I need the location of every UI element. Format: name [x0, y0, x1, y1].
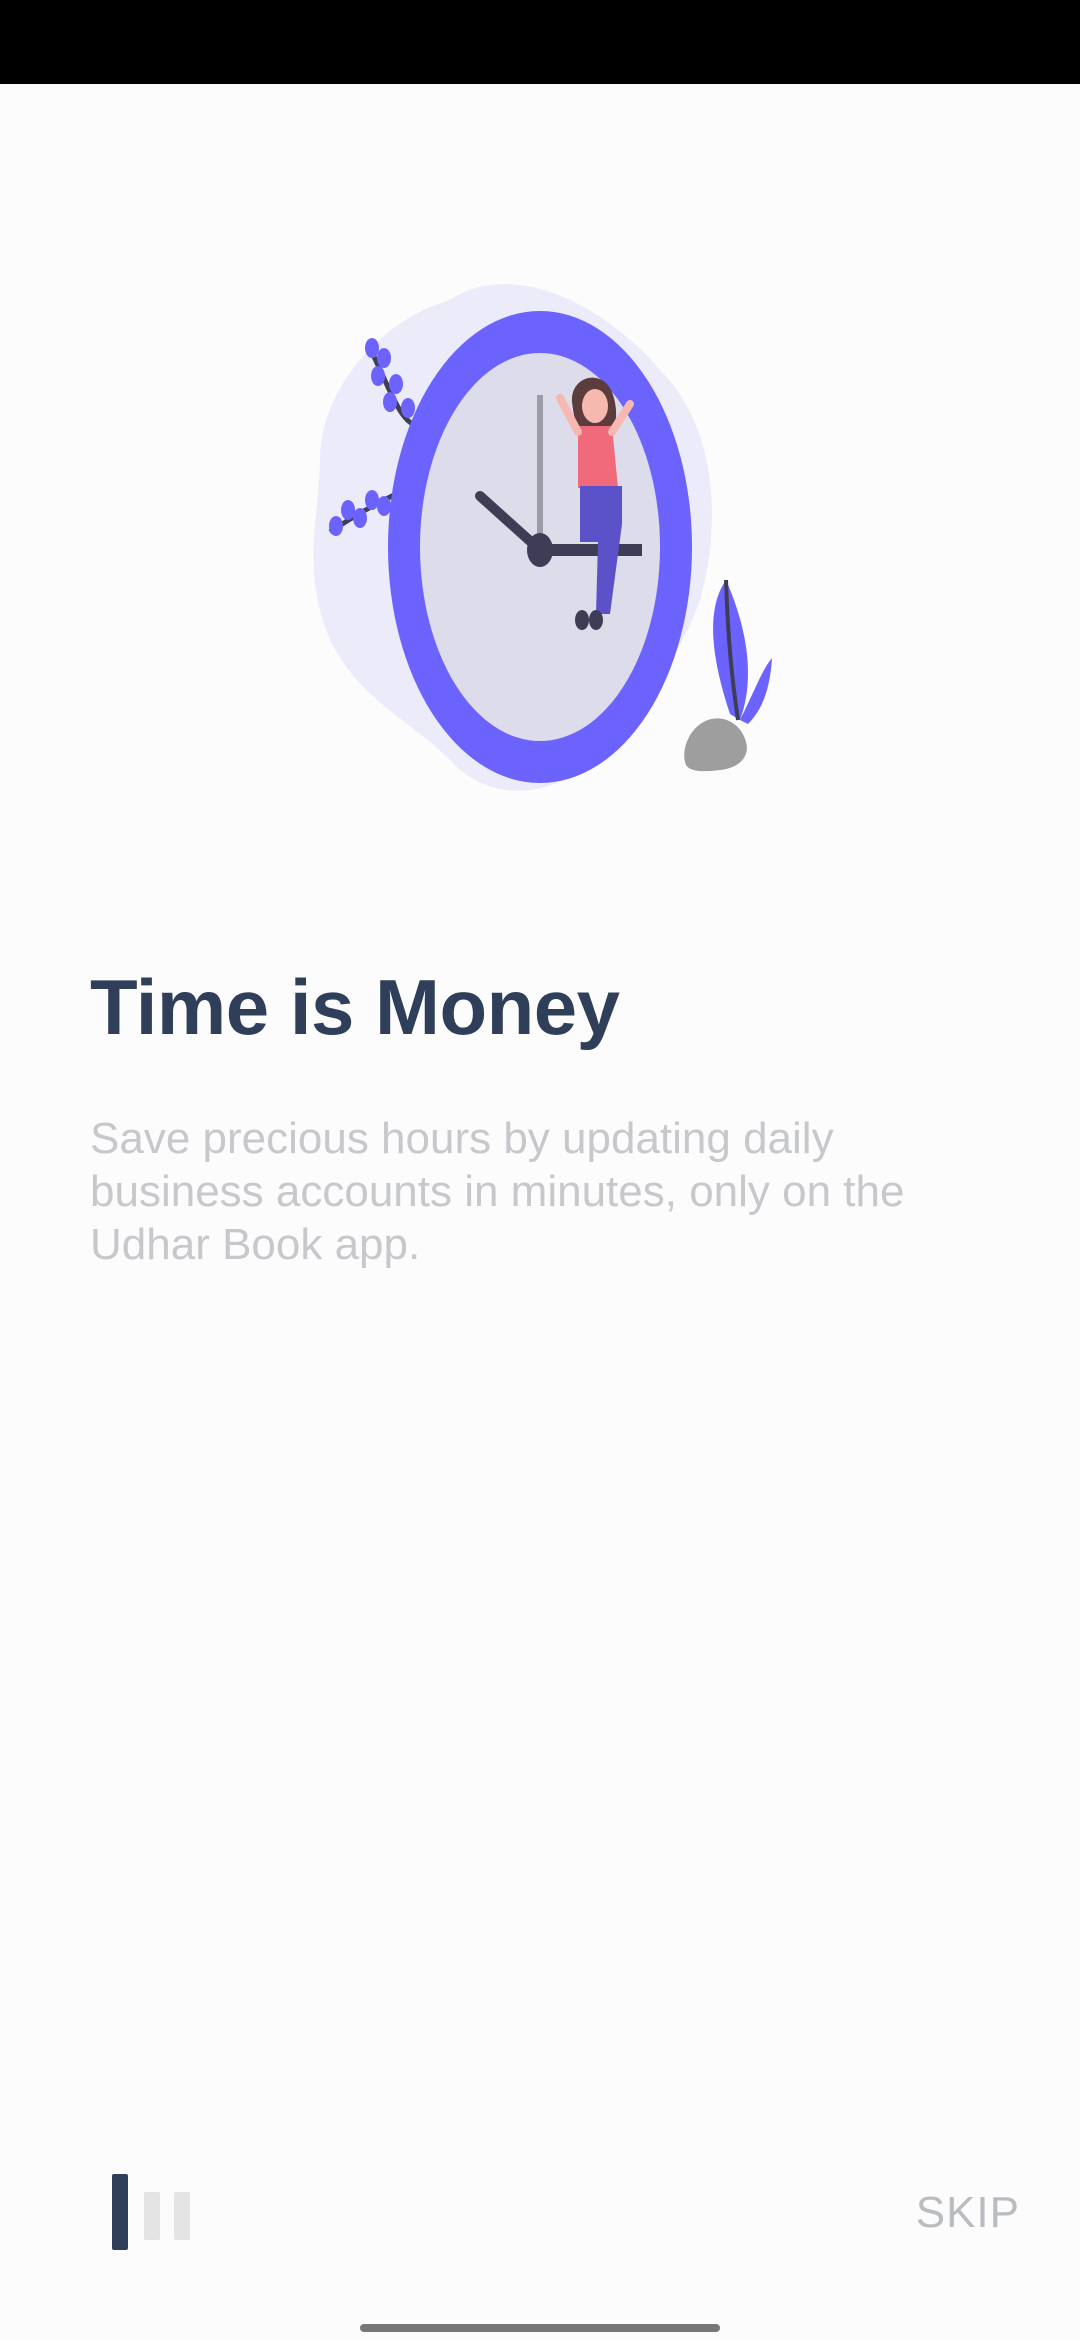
page-indicator-dot: [144, 2192, 160, 2240]
clock-with-woman-illustration: [313, 284, 772, 791]
home-indicator[interactable]: [360, 2324, 720, 2332]
page-title: Time is Money: [90, 963, 620, 1051]
skip-button[interactable]: SKIP: [916, 2188, 1020, 2238]
status-bar: [0, 0, 1080, 84]
page-indicator-dot: [174, 2192, 190, 2240]
page-indicator-dot-active: [112, 2174, 128, 2250]
page-description: Save precious hours by updating daily bu…: [90, 1114, 905, 1269]
